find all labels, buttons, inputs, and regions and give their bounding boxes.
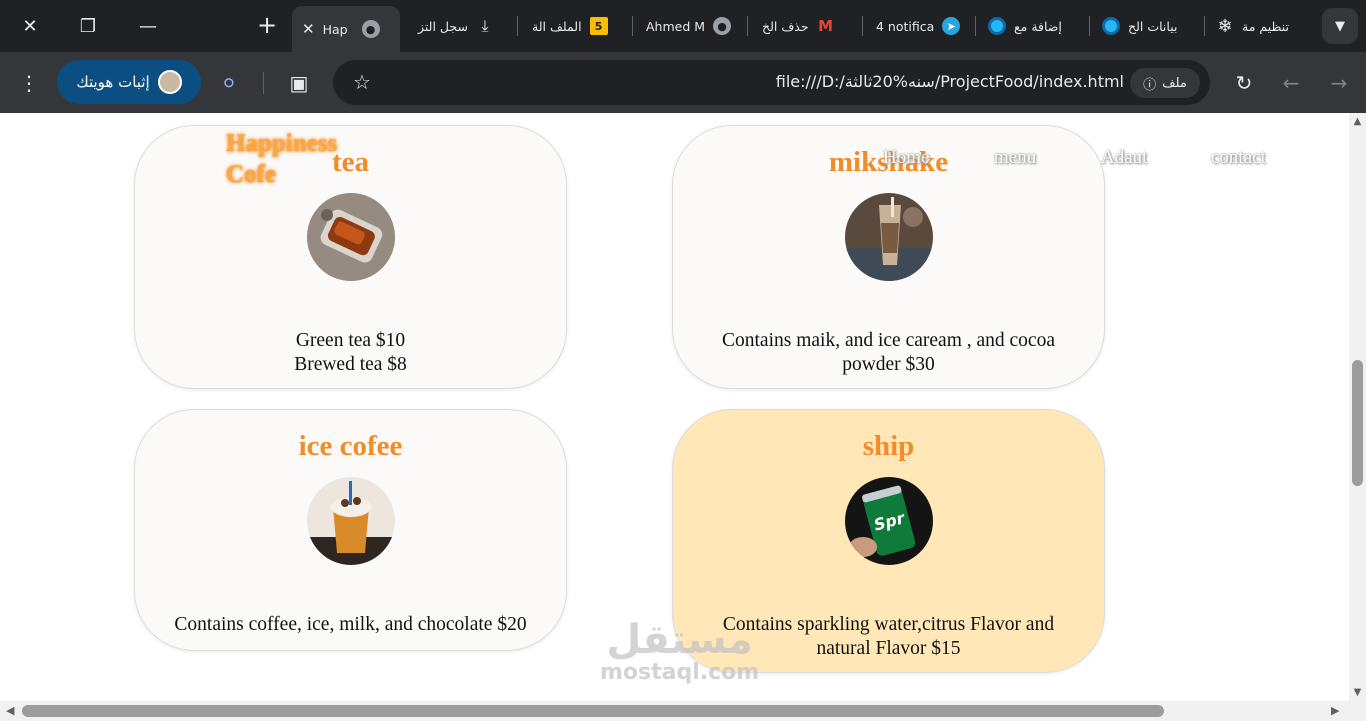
extensions-icon[interactable]: ▣	[282, 66, 316, 100]
close-window-button[interactable]: ✕	[10, 8, 50, 44]
bookmark-star-icon[interactable]: ☆	[353, 70, 371, 94]
menu-card-ice-coffee: ice cofee Contains coffee, ice, milk, an…	[134, 409, 567, 651]
ice-coffee-image	[306, 477, 395, 565]
url-text[interactable]: file:///D:/سنه%20ثالثة/ProjectFood/index…	[776, 72, 1124, 91]
scroll-right-arrow-icon[interactable]: ▶	[1331, 704, 1339, 717]
download-progress-icon[interactable]: ⚪	[212, 66, 246, 100]
nav-link-about[interactable]: Adaut	[1101, 147, 1147, 169]
blue-circle-icon	[1102, 17, 1120, 35]
card-desc-line: powder $30	[842, 354, 935, 375]
vertical-scrollbar[interactable]: ▲ ▼	[1349, 113, 1366, 701]
card-title: ship	[862, 430, 915, 462]
browser-tab[interactable]: ⤓ سجل التز	[408, 8, 514, 44]
browser-tab[interactable]: ● Ahmed M	[636, 8, 746, 44]
tea-image	[306, 193, 395, 281]
scroll-up-arrow-icon[interactable]: ▲	[1352, 116, 1363, 127]
browser-tab[interactable]: 5 الملف الة	[522, 8, 630, 44]
address-bar[interactable]: ⓘ ملف file:///D:/سنه%20ثالثة/ProjectFood…	[333, 60, 1210, 105]
browser-tab-active[interactable]: ✕ Hap ●	[292, 6, 400, 52]
menu-dots-icon[interactable]: ⋮	[12, 66, 46, 100]
tab-strip: ▼ ❄ تنظيم مة بيانات الح إضافة مع ➤ 4 not…	[0, 0, 1366, 52]
globe-icon: ●	[361, 20, 380, 38]
blue-circle-icon	[988, 17, 1006, 35]
scroll-left-arrow-icon[interactable]: ◀	[6, 704, 14, 717]
back-arrow-icon[interactable]: ←	[1274, 66, 1308, 100]
card-desc-line: Contains maik, and ice caream , and coco…	[722, 330, 1055, 351]
reload-icon[interactable]: ↻	[1227, 66, 1261, 100]
info-icon: ⓘ	[1143, 77, 1157, 93]
restore-button[interactable]: ❐	[68, 8, 108, 44]
chevron-down-icon: ▼	[1335, 18, 1345, 34]
new-tab-button[interactable]: +	[252, 10, 282, 40]
browser-tab[interactable]: M حذف الخ	[752, 8, 860, 44]
scroll-down-arrow-icon[interactable]: ▼	[1352, 687, 1363, 698]
gmail-icon: M	[818, 17, 834, 35]
card-desc-line: Brewed tea $8	[294, 354, 407, 375]
card-desc-line: Contains coffee, ice, milk, and chocolat…	[174, 614, 527, 635]
nav-link-contact[interactable]: contact	[1211, 147, 1266, 169]
chatgpt-icon: ❄	[1217, 15, 1233, 37]
site-info-chip[interactable]: ⓘ ملف	[1130, 68, 1200, 98]
page-viewport: tea Green tea $10 Brewed tea $8 mikshake	[0, 113, 1349, 701]
telegram-icon: ➤	[942, 17, 961, 35]
browser-tab[interactable]: إضافة مع	[978, 8, 1088, 44]
browser-tab[interactable]: ➤ 4 notifica	[866, 8, 974, 44]
globe-icon: ●	[713, 17, 732, 35]
close-tab-icon[interactable]: ✕	[302, 20, 315, 38]
milkshake-image	[844, 193, 933, 281]
minimize-button[interactable]: —	[128, 8, 168, 44]
forward-arrow-icon[interactable]: →	[1322, 66, 1356, 100]
watermark: مستقل mostaql.com	[600, 617, 760, 685]
avatar	[157, 70, 182, 94]
card-title: ice cofee	[298, 430, 403, 462]
ship-can-image: Spr	[844, 477, 933, 565]
browser-toolbar: → ← ↻ ⓘ ملف file:///D:/سنه%20ثالثة/Proje…	[0, 52, 1366, 113]
brand-logo[interactable]: Happiness Cofe	[226, 128, 337, 190]
tab-search-button[interactable]: ▼	[1322, 8, 1358, 44]
verify-identity-button[interactable]: إثبات هويتك	[57, 60, 201, 104]
download-icon: ⤓	[481, 16, 489, 35]
card-desc-line: Green tea $10	[295, 330, 406, 351]
vertical-scroll-thumb[interactable]	[1352, 360, 1363, 486]
menu-card-tea: tea Green tea $10 Brewed tea $8	[134, 125, 567, 389]
horizontal-scroll-thumb[interactable]	[22, 705, 1164, 717]
nav-link-home[interactable]: Home	[883, 147, 929, 169]
browser-tab[interactable]: ❄ تنظيم مة	[1206, 8, 1318, 44]
nav-link-menu[interactable]: menu	[994, 147, 1036, 169]
number-five-icon: 5	[589, 17, 608, 35]
browser-tab[interactable]: بيانات الح	[1092, 8, 1204, 44]
horizontal-scrollbar[interactable]: ◀ ▶	[0, 701, 1366, 721]
card-title: tea	[331, 146, 370, 178]
